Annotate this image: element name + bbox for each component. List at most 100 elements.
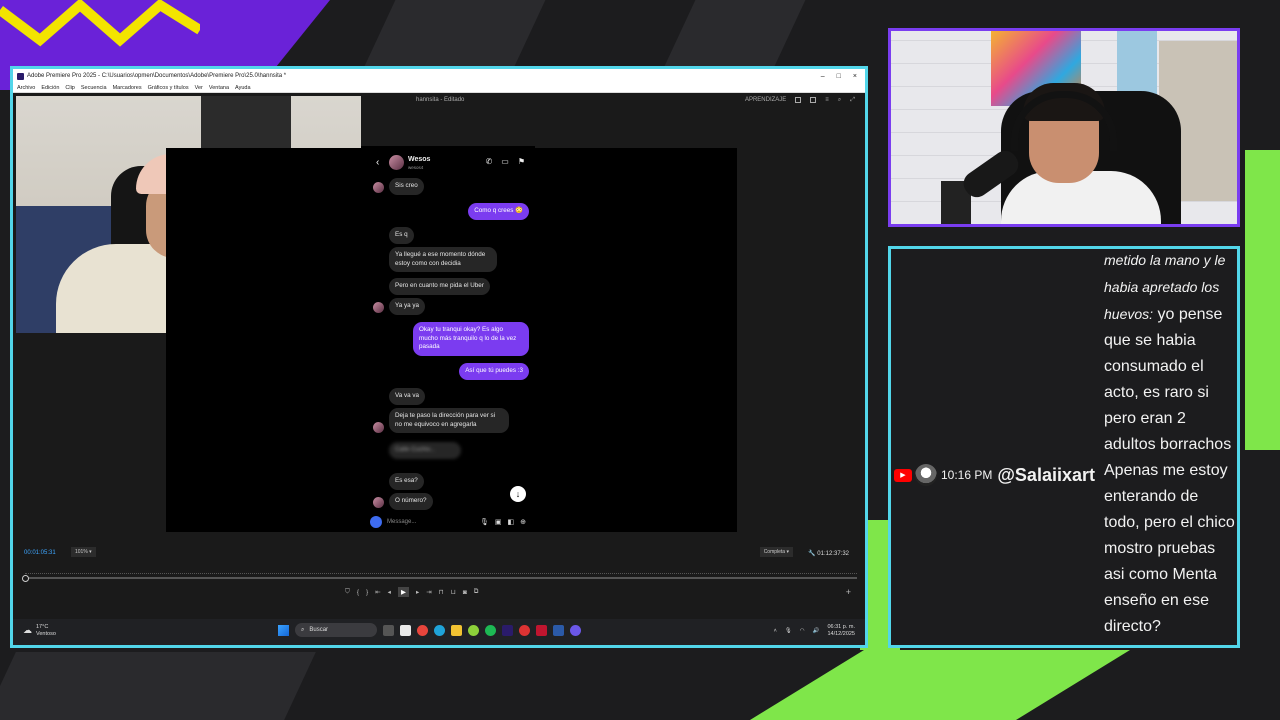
mark-out-icon[interactable]: } [366, 589, 368, 596]
extract-icon[interactable]: ⊔ [451, 588, 456, 596]
maximize-button[interactable]: □ [837, 73, 841, 80]
current-timecode[interactable]: 00:01:05:31 [24, 550, 56, 556]
weather-icon: ☁ [23, 625, 32, 636]
message-incoming: Sis creo [389, 178, 424, 195]
streamer-facecam [888, 28, 1240, 227]
clock-time: 06:31 p. m. [827, 624, 855, 630]
word-icon[interactable] [553, 624, 564, 636]
camera-icon[interactable] [370, 516, 382, 528]
project-title: hannsita - Editado [416, 97, 465, 103]
compare-icon[interactable]: ⧉ [474, 588, 479, 596]
close-button[interactable]: × [853, 73, 857, 80]
menu-graficos[interactable]: Gráficos y títulos [148, 85, 189, 91]
window-titlebar: Adobe Premiere Pro 2025 - C:\Usuarios\op… [13, 69, 865, 83]
message-incoming: Deja te paso la dirección para ver si no… [389, 408, 509, 433]
chat-previous-message: metido la mano y le habia apretado los h… [1104, 252, 1232, 453]
message-outgoing: Okay tu tranqui okay? Es algo mucho más … [413, 322, 529, 356]
panel-icon[interactable] [795, 97, 802, 103]
export-icon[interactable] [810, 97, 817, 103]
menu-ver[interactable]: Ver [195, 85, 203, 91]
weather-widget[interactable]: ☁ 17°C Ventoso [23, 624, 56, 637]
message-input[interactable]: Message... 🎙 ▣ ◧ ⊕ [370, 515, 526, 529]
back-arrow-icon[interactable]: ‹ [376, 157, 379, 168]
volume-icon[interactable]: 🔊 [813, 628, 820, 634]
fullscreen-icon[interactable]: ⤢ [850, 97, 855, 104]
search-icon: ⌕ [301, 626, 305, 633]
system-tray: ˄ 🎙 ◠ 🔊 06:31 p. m. 14/12/2025 [774, 624, 855, 638]
menu-archivo[interactable]: Archivo [17, 85, 35, 91]
windows-taskbar: ☁ 17°C Ventoso ⌕ Buscar ˄ 🎙 ◠ 🔊 06:31 p.… [13, 619, 865, 645]
marker-icon[interactable]: ⛉ [345, 588, 350, 596]
message-incoming: Es q [389, 227, 414, 244]
wifi-icon[interactable]: ◠ [800, 628, 805, 634]
app-ring-icon[interactable] [519, 624, 530, 636]
workspace-label[interactable]: APRENDIZAJE [745, 97, 786, 103]
minimize-button[interactable]: – [821, 73, 825, 80]
mic-icon[interactable]: 🎙 [480, 518, 489, 526]
menu-secuencia[interactable]: Secuencia [81, 85, 107, 91]
play-button[interactable]: ▶ [397, 587, 409, 597]
spotify-icon[interactable] [485, 624, 496, 636]
premiere-icon[interactable] [502, 624, 513, 636]
menu-marcadores[interactable]: Marcadores [113, 85, 142, 91]
windows-start-icon[interactable] [278, 624, 289, 636]
bg-green-shape [750, 650, 1130, 720]
chrome-icon[interactable] [417, 624, 428, 636]
chat-avatar [915, 464, 937, 486]
menu-bar: Archivo Edición Clip Secuencia Marcadore… [13, 83, 865, 93]
mark-in-icon[interactable]: { [357, 589, 359, 596]
phone-icon[interactable]: ✆ [486, 157, 493, 166]
weather-desc: Ventoso [36, 630, 56, 637]
stream-chat: metido la mano y le habia apretado los h… [888, 246, 1240, 648]
playhead-bar[interactable] [22, 575, 857, 582]
bg-yellow-zigzag [0, 0, 200, 47]
store-icon[interactable] [400, 624, 411, 636]
avatar [373, 302, 384, 313]
discord-icon[interactable] [570, 624, 581, 636]
chevron-up-icon[interactable]: ˄ [774, 628, 777, 634]
menu-edicion[interactable]: Edición [41, 85, 59, 91]
clock[interactable]: 06:31 p. m. 14/12/2025 [827, 624, 855, 638]
avatar [373, 182, 384, 193]
task-view-icon[interactable] [383, 624, 394, 636]
contact-avatar[interactable] [389, 155, 404, 170]
message-incoming: Es esa? [389, 473, 424, 490]
image-icon[interactable]: ▣ [495, 518, 502, 526]
taskbar-search[interactable]: ⌕ Buscar [295, 623, 377, 637]
step-back-icon[interactable]: ◂ [388, 588, 391, 596]
zoom-select[interactable]: 101% ▾ [71, 547, 96, 557]
chat-username: @Salaiixart [997, 464, 1095, 485]
plus-icon[interactable]: ⊕ [520, 518, 526, 526]
go-to-out-icon[interactable]: ⇥ [426, 588, 431, 596]
app-green-icon[interactable] [468, 624, 479, 636]
contact-name[interactable]: Wesos [408, 156, 430, 163]
flag-icon[interactable]: ⚑ [518, 157, 525, 166]
video-call-icon[interactable]: ▭ [501, 157, 509, 166]
sticker-icon[interactable]: ◧ [508, 518, 515, 526]
lift-icon[interactable]: ⊓ [439, 588, 444, 596]
app-red-icon[interactable] [536, 624, 547, 636]
edge-icon[interactable] [434, 624, 445, 636]
message-incoming: O número? [389, 493, 433, 510]
message-blurred: Calle Cuchiv... [389, 442, 461, 459]
timeline-ruler[interactable] [25, 564, 857, 574]
step-forward-icon[interactable]: ▸ [416, 588, 419, 596]
weather-temp: 17°C [36, 624, 49, 630]
message-incoming: Pero en cuanto me pida el Uber [389, 278, 490, 295]
menu-clip[interactable]: Clip [65, 85, 74, 91]
folder-icon[interactable] [451, 624, 462, 636]
menu-ventana[interactable]: Ventana [209, 85, 229, 91]
message-outgoing: Como q crees 😳 [468, 203, 529, 220]
message-incoming: Ya llegué a ese momento dónde estoy como… [389, 247, 497, 272]
transport-controls: ⛉ { } ⇤ ◂ ▶ ▸ ⇥ ⊓ ⊔ ◙ ⧉ [345, 587, 478, 597]
mic-icon[interactable]: 🎙 [785, 628, 792, 634]
avatar [373, 422, 384, 433]
scroll-down-icon[interactable]: ↓ [510, 486, 526, 502]
camera-icon[interactable]: ◙ [463, 589, 467, 596]
quality-select[interactable]: Completa ▾ [759, 547, 793, 557]
go-to-in-icon[interactable]: ⇤ [375, 588, 380, 596]
menu-icon[interactable]: ≡ [825, 97, 829, 103]
menu-ayuda[interactable]: Ayuda [235, 85, 251, 91]
add-button-icon[interactable]: + [846, 587, 851, 597]
search-icon[interactable]: ⌕ [838, 97, 841, 104]
